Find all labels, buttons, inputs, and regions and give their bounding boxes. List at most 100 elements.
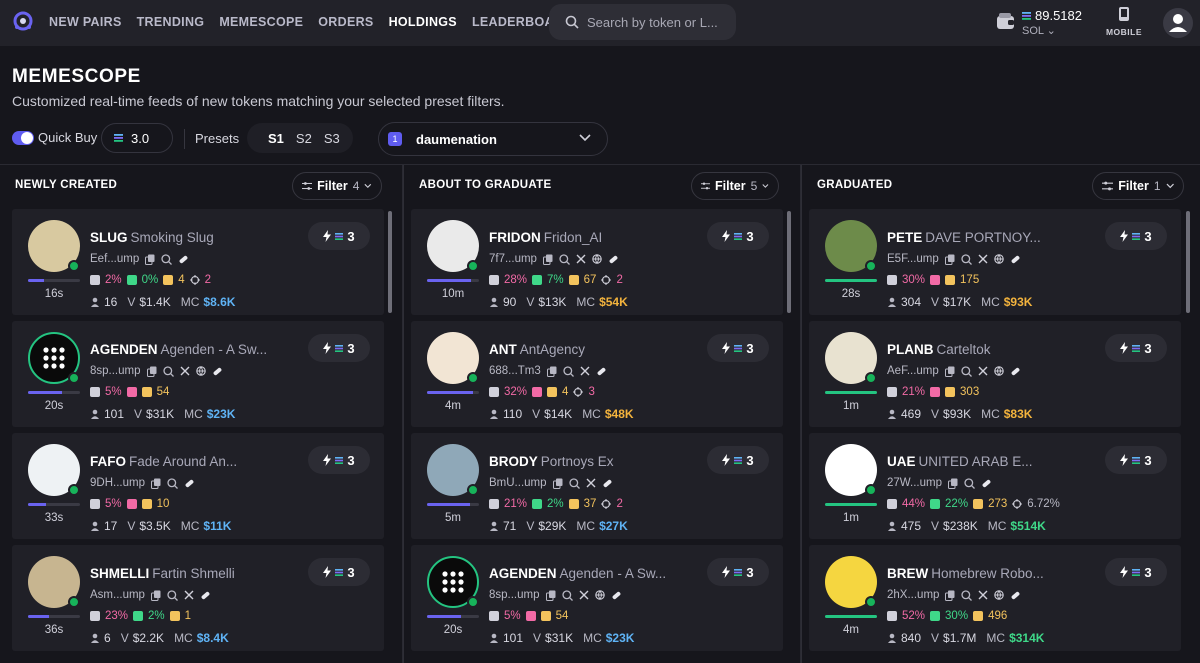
- pill-icon[interactable]: [1010, 366, 1021, 377]
- token-card[interactable]: 10m FRIDON Fridon_AI 7f7...ump 28% 7% 67 2 90 V $1…: [411, 209, 783, 315]
- token-title[interactable]: BRODY Portnoys Ex: [489, 454, 614, 469]
- search-icon[interactable]: [561, 589, 573, 601]
- search-icon[interactable]: [961, 589, 973, 601]
- token-card[interactable]: 16s SLUG Smoking Slug Eef...ump 2% 0% 4 2 16 V $1.…: [12, 209, 384, 315]
- pill-icon[interactable]: [602, 478, 613, 489]
- quick-buy-button[interactable]: 3: [707, 334, 769, 362]
- quick-buy-amount[interactable]: 3.0: [101, 123, 173, 153]
- wallet-select[interactable]: 1 daumenation: [378, 122, 608, 156]
- scrollbar-thumb[interactable]: [388, 211, 392, 313]
- search-icon[interactable]: [568, 477, 580, 489]
- copy-icon[interactable]: [146, 366, 157, 377]
- quick-buy-button[interactable]: 3: [1105, 446, 1167, 474]
- quick-buy-button[interactable]: 3: [1105, 558, 1167, 586]
- quick-buy-button[interactable]: 3: [1105, 222, 1167, 250]
- search-box[interactable]: [549, 4, 736, 40]
- globe-icon[interactable]: [195, 366, 206, 376]
- copy-icon[interactable]: [945, 590, 955, 601]
- token-card[interactable]: 28s PETE DAVE PORTNOY... E5F...ump 30% 175 304…: [809, 209, 1181, 315]
- copy-icon[interactable]: [552, 478, 563, 489]
- token-title[interactable]: BREW Homebrew Robo...: [887, 566, 1044, 581]
- copy-icon[interactable]: [944, 366, 955, 377]
- wallet-balance[interactable]: 89.5182 SOL ⌄: [996, 8, 1086, 38]
- token-card[interactable]: 4m BREW Homebrew Robo... 2hX...ump 52% 30% 496…: [809, 545, 1181, 651]
- pill-icon[interactable]: [200, 590, 211, 601]
- token-title[interactable]: FAFO Fade Around An...: [90, 454, 237, 469]
- x-twitter-icon[interactable]: [579, 590, 589, 600]
- filter-button[interactable]: Filter 5: [691, 172, 779, 200]
- quick-buy-button[interactable]: 3: [308, 222, 370, 250]
- preset-s1[interactable]: S1: [268, 131, 284, 146]
- token-title[interactable]: PLANB Carteltok: [887, 342, 991, 357]
- x-twitter-icon[interactable]: [576, 254, 586, 264]
- pill-icon[interactable]: [608, 254, 619, 265]
- token-title[interactable]: FRIDON Fridon_AI: [489, 230, 602, 245]
- token-title[interactable]: AGENDEN Agenden - A Sw...: [90, 342, 267, 357]
- token-title[interactable]: SHMELLI Fartin Shmelli: [90, 566, 235, 581]
- filter-button[interactable]: Filter 1: [1092, 172, 1184, 200]
- quick-buy-button[interactable]: 3: [308, 446, 370, 474]
- x-twitter-icon[interactable]: [978, 366, 988, 376]
- token-title[interactable]: ANT AntAgency: [489, 342, 585, 357]
- globe-icon[interactable]: [994, 590, 1005, 600]
- copy-icon[interactable]: [545, 590, 556, 601]
- copy-icon[interactable]: [944, 254, 955, 265]
- nav-orders[interactable]: ORDERS: [318, 15, 373, 29]
- pill-icon[interactable]: [596, 366, 607, 377]
- search-icon[interactable]: [559, 253, 570, 265]
- copy-icon[interactable]: [542, 254, 553, 265]
- token-card[interactable]: 20s AGENDEN Agenden - A Sw... 8sp...ump 5% 54…: [411, 545, 783, 651]
- copy-icon[interactable]: [145, 254, 155, 265]
- scrollbar-thumb[interactable]: [1186, 211, 1190, 313]
- pill-icon[interactable]: [212, 366, 223, 377]
- search-icon[interactable]: [961, 253, 972, 265]
- search-icon[interactable]: [161, 253, 173, 265]
- mobile-button[interactable]: MOBILE: [1104, 6, 1144, 37]
- search-icon[interactable]: [961, 365, 972, 377]
- x-twitter-icon[interactable]: [580, 366, 590, 376]
- copy-icon[interactable]: [150, 590, 161, 601]
- scrollbar[interactable]: [1186, 211, 1190, 663]
- token-title[interactable]: PETE DAVE PORTNOY...: [887, 230, 1041, 245]
- search-icon[interactable]: [167, 589, 178, 601]
- quick-buy-button[interactable]: 3: [1105, 334, 1167, 362]
- x-twitter-icon[interactable]: [978, 590, 988, 600]
- user-avatar[interactable]: [1163, 8, 1193, 38]
- search-icon[interactable]: [167, 477, 178, 489]
- scrollbar-thumb[interactable]: [787, 211, 791, 313]
- pill-icon[interactable]: [611, 590, 622, 601]
- globe-icon[interactable]: [592, 254, 602, 264]
- app-logo-icon[interactable]: [13, 11, 33, 31]
- copy-icon[interactable]: [947, 478, 958, 489]
- token-card[interactable]: 1m PLANB Carteltok AeF...ump 21% 303 469 V $93K M…: [809, 321, 1181, 427]
- x-twitter-icon[interactable]: [586, 478, 596, 488]
- nav-new-pairs[interactable]: NEW PAIRS: [49, 15, 122, 29]
- nav-trending[interactable]: TRENDING: [137, 15, 205, 29]
- quick-buy-button[interactable]: 3: [707, 222, 769, 250]
- copy-icon[interactable]: [546, 366, 557, 377]
- nav-memescope[interactable]: MEMESCOPE: [219, 15, 303, 29]
- preset-s3[interactable]: S3: [324, 131, 340, 146]
- preset-s2[interactable]: S2: [296, 131, 312, 146]
- token-card[interactable]: 5m BRODY Portnoys Ex BmU...ump 21% 2% 37 2 71 V $2…: [411, 433, 783, 539]
- globe-icon[interactable]: [994, 366, 1004, 376]
- search-icon[interactable]: [964, 477, 975, 489]
- quick-buy-button[interactable]: 3: [308, 334, 370, 362]
- quick-buy-button[interactable]: 3: [308, 558, 370, 586]
- globe-icon[interactable]: [994, 254, 1004, 264]
- search-icon[interactable]: [162, 365, 174, 377]
- currency-select[interactable]: SOL ⌄: [1022, 24, 1056, 37]
- quick-buy-button[interactable]: 3: [707, 446, 769, 474]
- nav-holdings[interactable]: HOLDINGS: [389, 15, 457, 29]
- scrollbar[interactable]: [787, 211, 791, 663]
- token-title[interactable]: UAE UNITED ARAB E...: [887, 454, 1033, 469]
- x-twitter-icon[interactable]: [180, 366, 190, 376]
- x-twitter-icon[interactable]: [978, 254, 988, 264]
- quick-buy-button[interactable]: 3: [707, 558, 769, 586]
- token-card[interactable]: 36s SHMELLI Fartin Shmelli Asm...ump 23% 2% 1 6…: [12, 545, 384, 651]
- token-card[interactable]: 33s FAFO Fade Around An... 9DH...ump 5% 10 17 V…: [12, 433, 384, 539]
- token-card[interactable]: 20s AGENDEN Agenden - A Sw... 8sp...ump 5% 54…: [12, 321, 384, 427]
- token-card[interactable]: 1m UAE UNITED ARAB E... 27W...ump 44% 22% 273 6…: [809, 433, 1181, 539]
- pill-icon[interactable]: [981, 478, 992, 489]
- token-title[interactable]: SLUG Smoking Slug: [90, 230, 214, 245]
